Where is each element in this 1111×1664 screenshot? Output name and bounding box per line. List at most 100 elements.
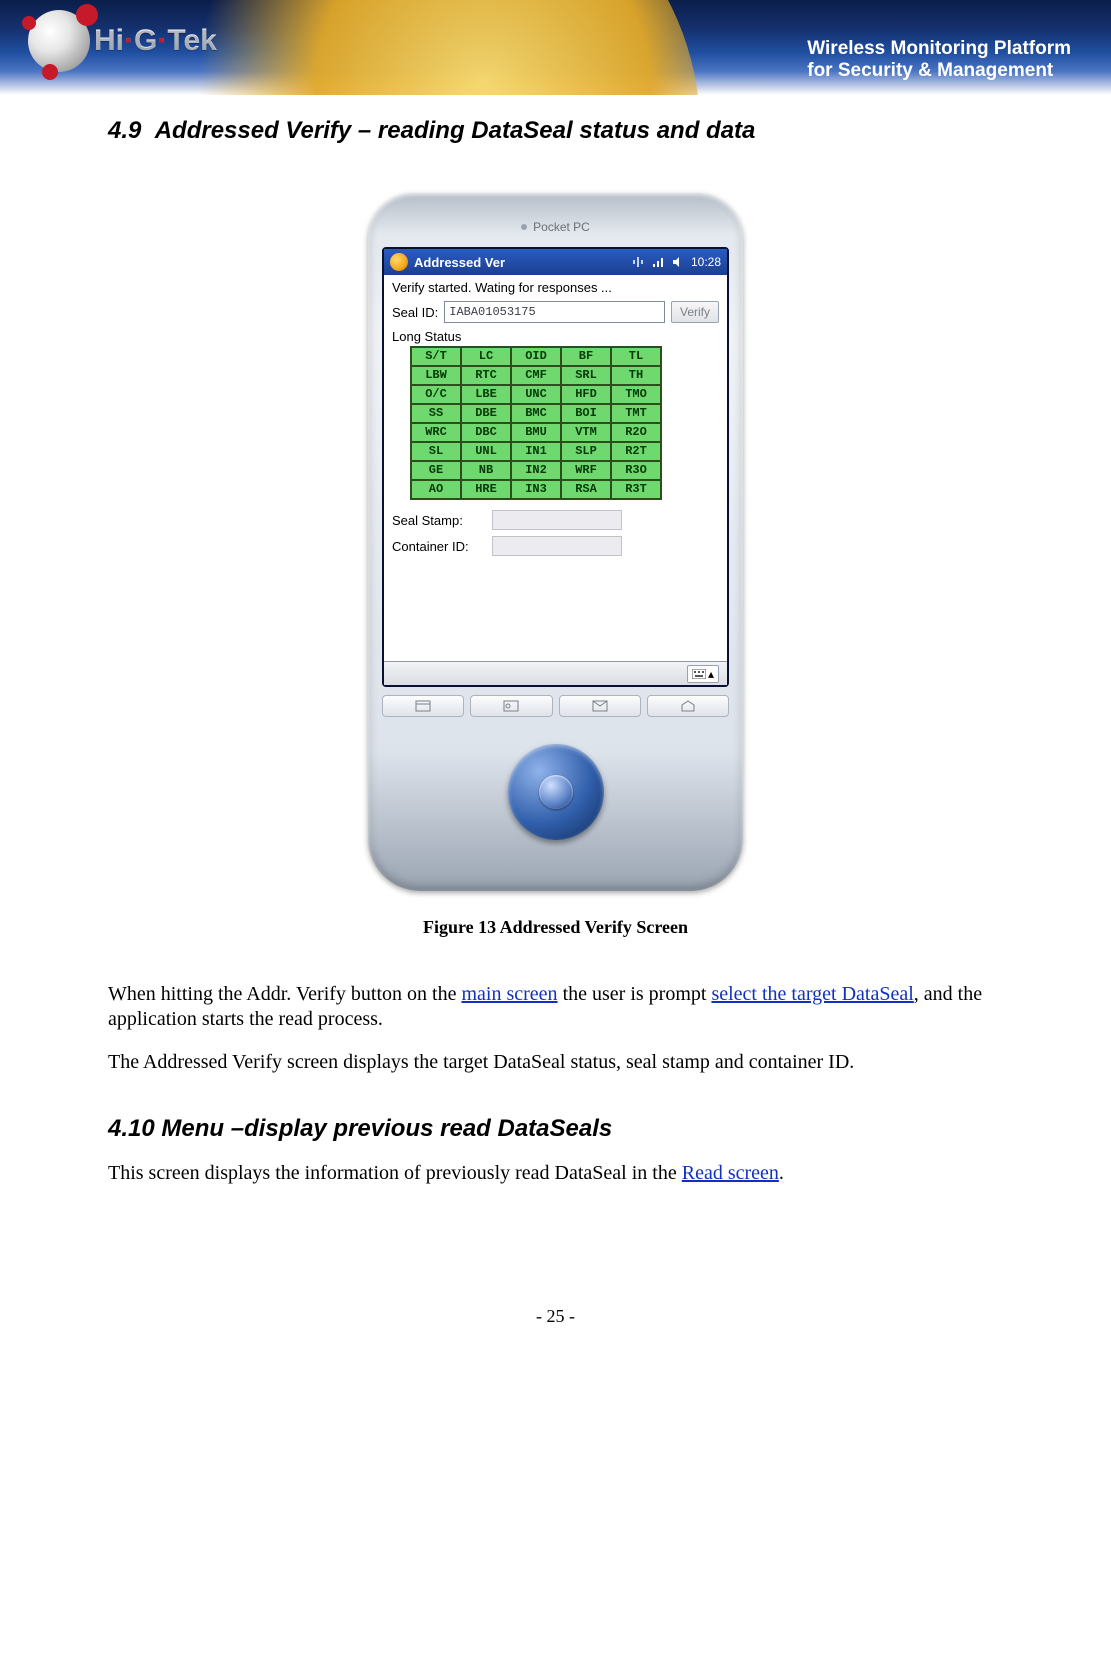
soft-button-3[interactable] — [559, 695, 641, 717]
status-cell: WRC — [411, 423, 461, 442]
pda-device: Pocket PC Addressed Ver — [368, 193, 743, 891]
status-cell: GE — [411, 461, 461, 480]
status-cell: TH — [611, 366, 661, 385]
status-cell: R3T — [611, 480, 661, 499]
read-screen-link[interactable]: Read screen — [682, 1162, 779, 1184]
select-target-dataseal-link[interactable]: select the target DataSeal — [711, 983, 913, 1005]
long-status-grid: S/TLCOIDBFTLLBWRTCCMFSRLTHO/CLBEUNCHFDTM… — [410, 346, 662, 500]
section-number: 4.9 — [108, 117, 141, 144]
paragraph-2: The Addressed Verify screen displays the… — [108, 1050, 1003, 1075]
logo-sphere-icon — [28, 10, 90, 72]
status-cell: TL — [611, 347, 661, 366]
status-cell: DBC — [461, 423, 511, 442]
paragraph-1: When hitting the Addr. Verify button on … — [108, 982, 1003, 1032]
status-cell: BOI — [561, 404, 611, 423]
status-cell: AO — [411, 480, 461, 499]
tagline-line-2: for Security & Management — [807, 60, 1071, 82]
keyboard-icon — [692, 669, 706, 679]
status-cell: UNC — [511, 385, 561, 404]
status-cell: BMC — [511, 404, 561, 423]
tagline-line-1: Wireless Monitoring Platform — [807, 38, 1071, 60]
signal-icon — [651, 255, 665, 269]
dpad-area — [382, 717, 729, 867]
status-cell: S/T — [411, 347, 461, 366]
start-icon[interactable] — [390, 253, 408, 271]
brand-logo: Hi·G·Tek — [28, 10, 217, 72]
status-cell: R3O — [611, 461, 661, 480]
status-cell: HFD — [561, 385, 611, 404]
device-top-label: Pocket PC — [382, 207, 729, 247]
soft-button-2[interactable] — [470, 695, 552, 717]
seal-id-label: Seal ID: — [392, 305, 438, 320]
chevron-up-icon: ▴ — [708, 667, 714, 681]
status-cell: NB — [461, 461, 511, 480]
status-cell: OID — [511, 347, 561, 366]
section-heading-4-9: 4.9 Addressed Verify – reading DataSeal … — [108, 117, 1003, 145]
status-cell: SL — [411, 442, 461, 461]
para1-text-a: When hitting the Addr. Verify button on … — [108, 983, 461, 1005]
connectivity-icon — [631, 255, 645, 269]
device-screen: Addressed Ver 10:28 — [382, 247, 729, 687]
status-cell: O/C — [411, 385, 461, 404]
status-cell: RTC — [461, 366, 511, 385]
status-cell: SRL — [561, 366, 611, 385]
status-cell: R2T — [611, 442, 661, 461]
soft-button-4[interactable] — [647, 695, 729, 717]
volume-icon — [671, 255, 685, 269]
long-status-label: Long Status — [392, 329, 461, 344]
section-number: 4.10 — [108, 1115, 155, 1142]
container-id-label: Container ID: — [392, 539, 482, 554]
contacts-icon — [503, 700, 519, 712]
figure-caption: Figure 13 Addressed Verify Screen — [108, 917, 1003, 938]
page-header: Hi·G·Tek Wireless Monitoring Platform fo… — [0, 0, 1111, 95]
status-cell: WRF — [561, 461, 611, 480]
status-cell: RSA — [561, 480, 611, 499]
status-cell: SLP — [561, 442, 611, 461]
paragraph-3: This screen displays the information of … — [108, 1161, 1003, 1186]
status-cell: IN1 — [511, 442, 561, 461]
status-cell: LBE — [461, 385, 511, 404]
status-cell: SS — [411, 404, 461, 423]
status-cell: LBW — [411, 366, 461, 385]
status-cell: TMT — [611, 404, 661, 423]
status-cell: VTM — [561, 423, 611, 442]
sip-bar: ▴ — [384, 661, 727, 685]
window-title: Addressed Ver — [414, 255, 505, 270]
navigation-dpad[interactable] — [508, 744, 604, 840]
mail-icon — [592, 700, 608, 712]
keyboard-toggle[interactable]: ▴ — [687, 665, 719, 683]
page-number: - 25 - — [108, 1306, 1003, 1327]
home-icon — [680, 700, 696, 712]
status-message: Verify started. Wating for responses ... — [392, 280, 719, 295]
device-brand: Pocket PC — [533, 220, 590, 234]
status-cell: R2O — [611, 423, 661, 442]
brand-name: Hi·G·Tek — [74, 24, 217, 58]
seal-stamp-label: Seal Stamp: — [392, 513, 482, 528]
section-heading-4-10: 4.10 Menu –display previous read DataSea… — [108, 1115, 1003, 1143]
container-id-value — [492, 536, 622, 556]
screen-body: Verify started. Wating for responses ...… — [384, 275, 727, 661]
seal-id-input[interactable] — [444, 301, 665, 323]
status-cell: LC — [461, 347, 511, 366]
status-cell: HRE — [461, 480, 511, 499]
verify-button[interactable]: Verify — [671, 301, 719, 323]
led-icon — [521, 224, 527, 230]
section-title: Menu –display previous read DataSeals — [161, 1115, 612, 1142]
section-title: Addressed Verify – reading DataSeal stat… — [155, 117, 756, 144]
status-cell: CMF — [511, 366, 561, 385]
seal-stamp-value — [492, 510, 622, 530]
calendar-icon — [415, 700, 431, 712]
soft-button-row — [382, 695, 729, 717]
soft-button-1[interactable] — [382, 695, 464, 717]
status-cell: DBE — [461, 404, 511, 423]
clock: 10:28 — [691, 255, 721, 269]
para3-text-a: This screen displays the information of … — [108, 1162, 682, 1184]
status-cell: BMU — [511, 423, 561, 442]
para3-text-b: . — [779, 1162, 784, 1184]
status-cell: TMO — [611, 385, 661, 404]
window-titlebar: Addressed Ver 10:28 — [384, 249, 727, 275]
status-cell: IN3 — [511, 480, 561, 499]
main-screen-link[interactable]: main screen — [461, 983, 557, 1005]
para1-text-b: the user is prompt — [558, 983, 712, 1005]
brand-tagline: Wireless Monitoring Platform for Securit… — [807, 38, 1071, 82]
